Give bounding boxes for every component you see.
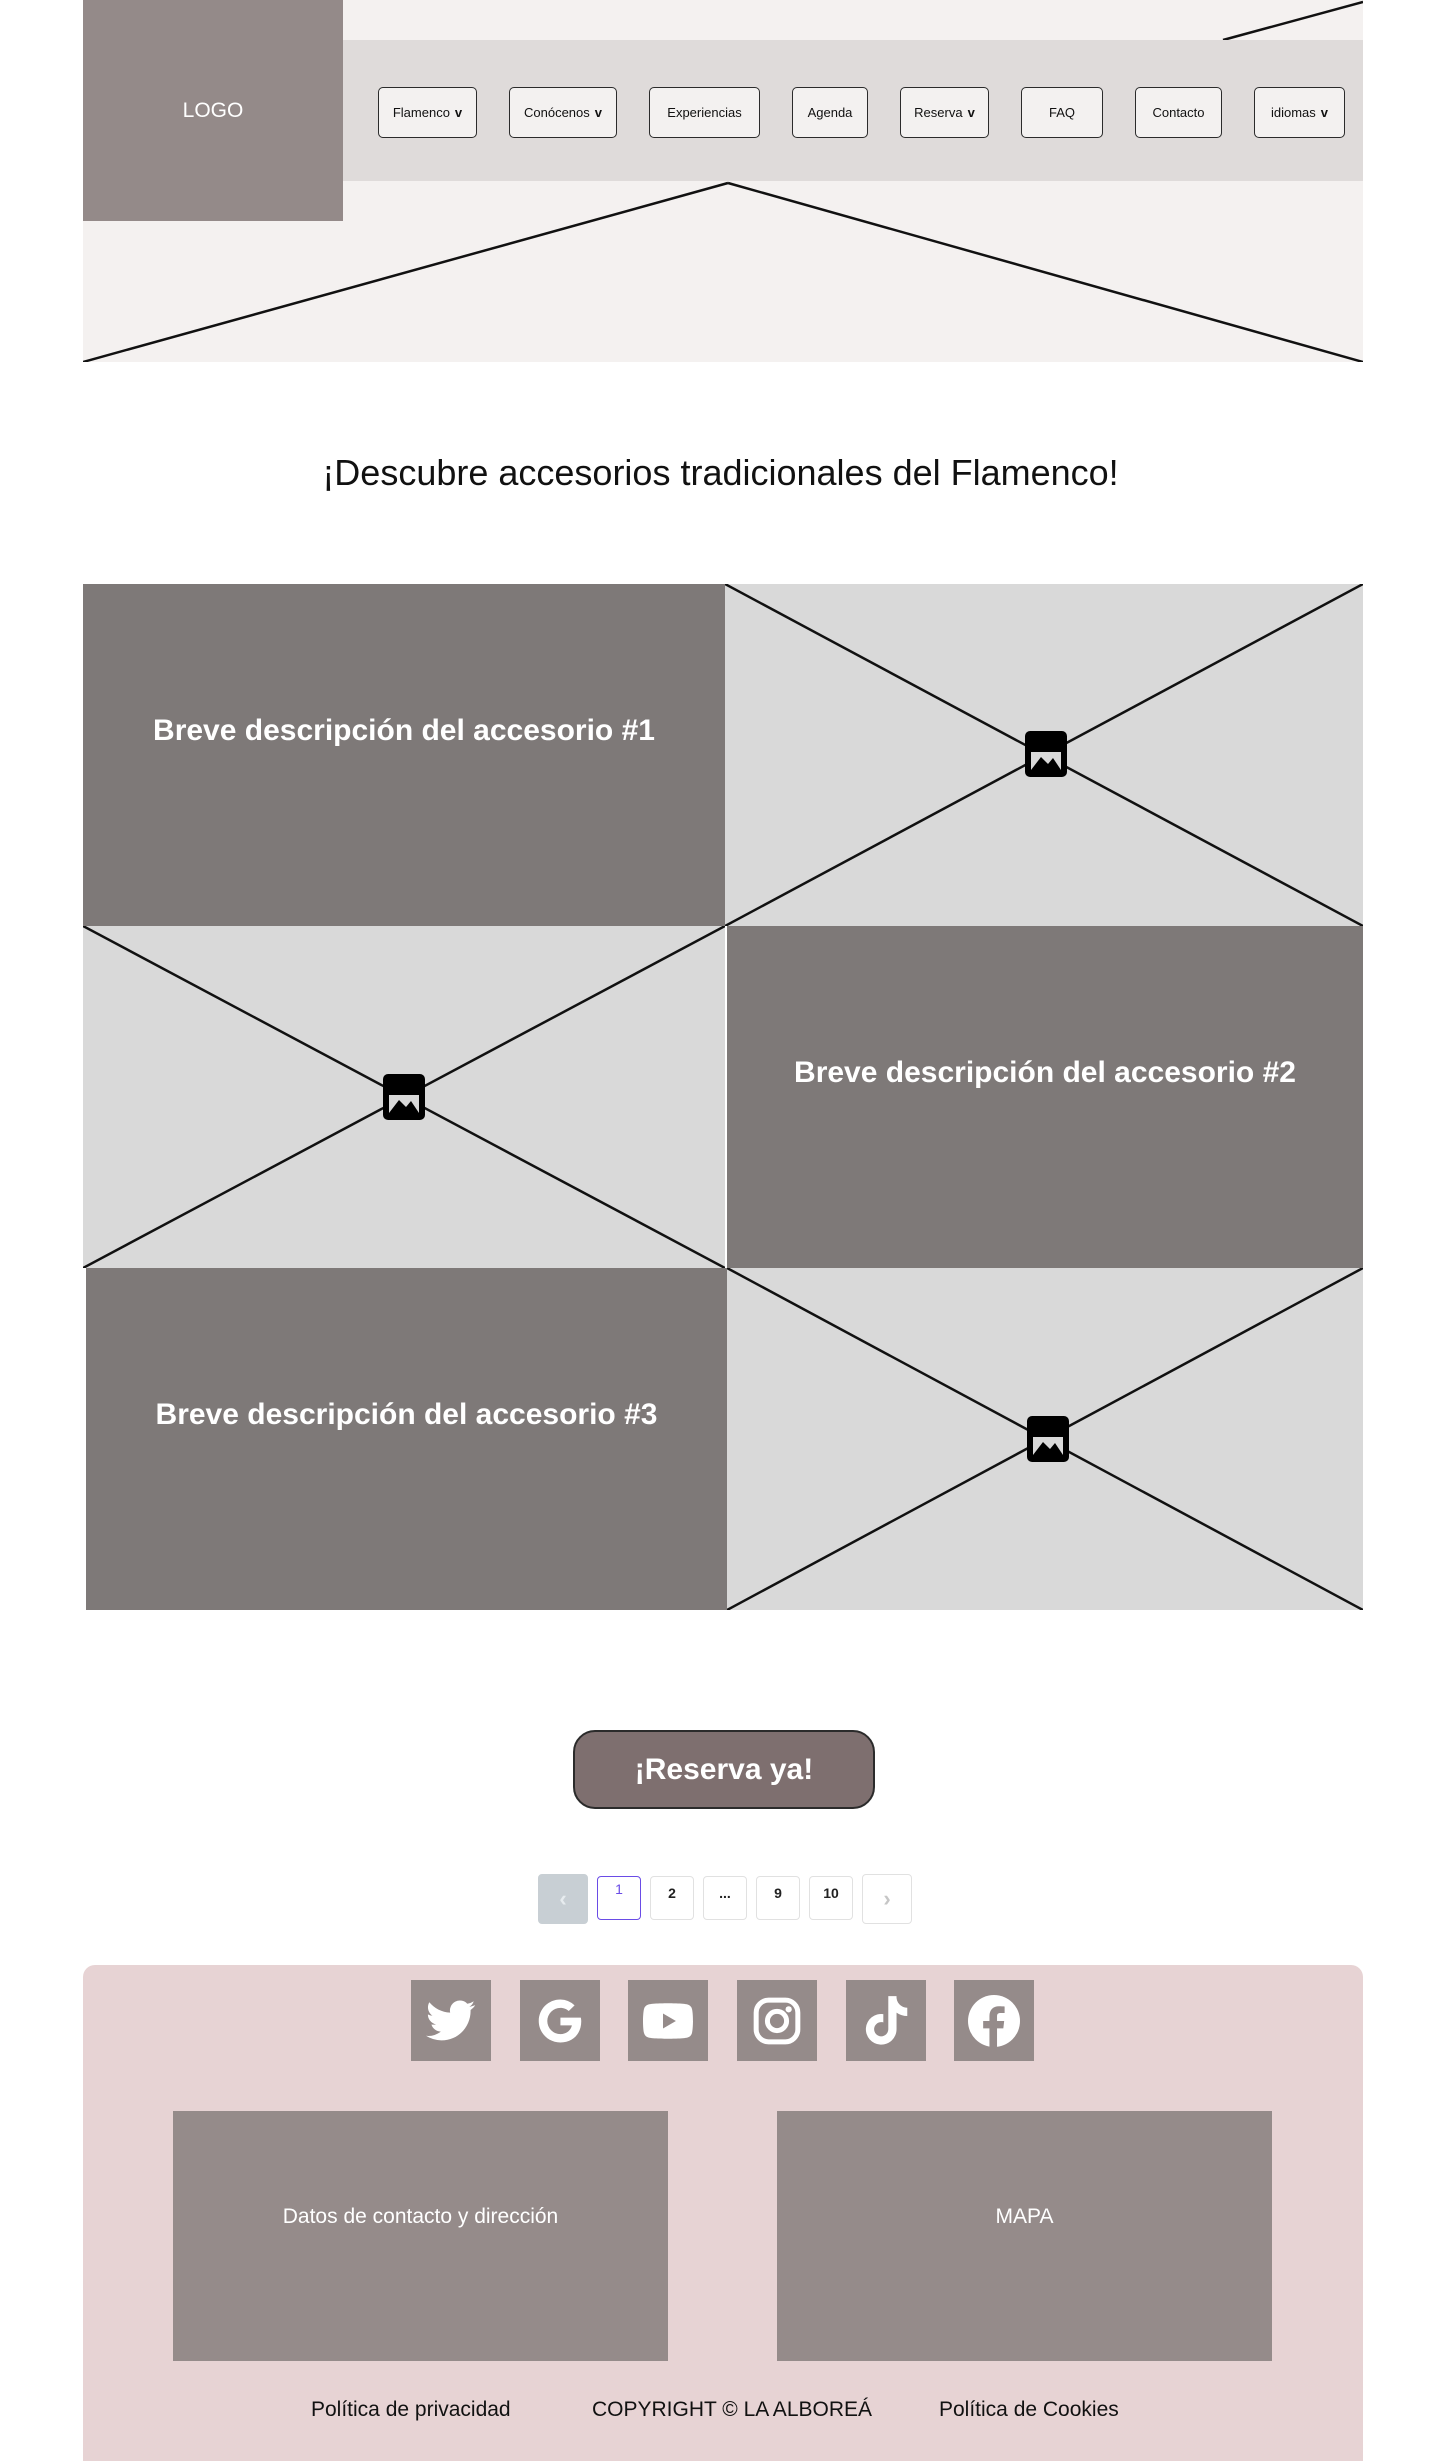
map-box[interactable]: MAPA: [777, 2111, 1272, 2361]
nav-item-flamenco[interactable]: Flamenco v: [378, 87, 477, 138]
nav-item-idiomas[interactable]: idiomas v: [1254, 87, 1345, 138]
twitter-icon[interactable]: [411, 1980, 491, 2061]
nav-item-label: idiomas: [1270, 105, 1316, 120]
accessory-image-3: [727, 1268, 1363, 1610]
tiktok-icon-glyph: [865, 1995, 908, 2045]
google-icon[interactable]: [520, 1980, 600, 2061]
page-title: ¡Descubre accesorios tradicionales del F…: [322, 452, 1119, 493]
nav-item-label: FAQ: [1048, 105, 1075, 120]
instagram-icon[interactable]: [737, 1980, 817, 2061]
privacy-policy-link[interactable]: Política de privacidad: [311, 2398, 511, 2422]
facebook-icon-glyph: [968, 1994, 1020, 2047]
nav-item-label: Contacto: [1152, 105, 1205, 120]
instagram-icon-glyph: [753, 1997, 801, 2044]
image-icon: [383, 1074, 425, 1120]
nav-item-contacto[interactable]: Contacto: [1135, 87, 1222, 138]
contact-info-box: Datos de contacto y dirección: [173, 2111, 668, 2361]
nav-item-label: Flamenco: [392, 105, 450, 120]
image-icon: [1025, 731, 1067, 777]
nav-item-label: Agenda: [807, 105, 853, 120]
chevron-right-icon[interactable]: ›: [862, 1874, 912, 1924]
logo[interactable]: LOGO: [83, 0, 343, 221]
reserve-now-button[interactable]: ¡Reserva ya!: [573, 1730, 875, 1809]
nav-item-experiencias[interactable]: Experiencias: [649, 87, 760, 138]
twitter-icon-glyph: [426, 2000, 476, 2040]
accessory-image-1: [725, 584, 1363, 926]
cookies-policy-link[interactable]: Política de Cookies: [939, 2398, 1119, 2422]
nav-item-conocenos[interactable]: Conócenos v: [509, 87, 617, 138]
chevron-down-icon: v: [967, 105, 975, 120]
page-button-10[interactable]: 10: [809, 1876, 853, 1920]
accessory-description-2: Breve descripción del accesorio #2: [727, 926, 1363, 1268]
youtube-icon-glyph: [643, 2002, 693, 2039]
tiktok-icon[interactable]: [846, 1980, 926, 2061]
page-button-2[interactable]: 2: [650, 1876, 694, 1920]
youtube-icon[interactable]: [628, 1980, 708, 2061]
facebook-icon[interactable]: [954, 1980, 1034, 2061]
page-button-9[interactable]: 9: [756, 1876, 800, 1920]
nav-item-label: Reserva: [914, 105, 963, 120]
page-button-1[interactable]: 1: [597, 1876, 641, 1920]
chevron-down-icon: v: [454, 105, 463, 120]
accessory-description-1: Breve descripción del accesorio #1: [83, 584, 725, 926]
image-icon: [1027, 1416, 1069, 1462]
chevron-down-icon: v: [1320, 105, 1329, 120]
nav-item-reserva[interactable]: Reserva v: [900, 87, 989, 138]
nav-item-agenda[interactable]: Agenda: [792, 87, 868, 138]
nav-item-label: Conócenos: [523, 105, 590, 120]
google-icon-glyph: [538, 1999, 582, 2042]
chevron-down-icon: v: [594, 105, 602, 120]
page-ellipsis: ...: [703, 1876, 747, 1920]
nav-item-label: Experiencias: [667, 105, 742, 120]
copyright-text: COPYRIGHT © LA ALBOREÁ: [592, 2398, 873, 2421]
accessory-description-3: Breve descripción del accesorio #3: [86, 1268, 727, 1610]
chevron-left-icon[interactable]: ‹: [538, 1874, 588, 1924]
nav-item-faq[interactable]: FAQ: [1021, 87, 1103, 138]
accessory-image-2: [83, 926, 725, 1268]
